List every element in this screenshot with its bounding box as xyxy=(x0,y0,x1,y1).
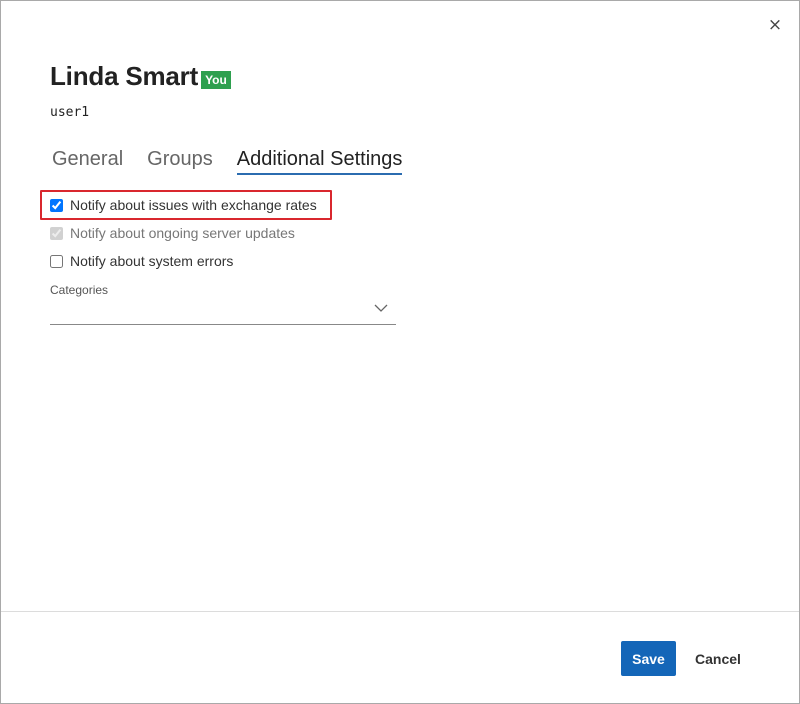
option-label: Notify about ongoing server updates xyxy=(70,225,295,241)
title-row: Linda Smart You xyxy=(50,61,231,92)
chevron-down-icon xyxy=(374,304,388,312)
exchange-rates-checkbox[interactable] xyxy=(50,198,63,212)
option-system-errors[interactable]: Notify about system errors xyxy=(50,253,233,269)
option-exchange-rates[interactable]: Notify about issues with exchange rates xyxy=(50,197,317,213)
save-button[interactable]: Save xyxy=(621,641,676,676)
tab-bar: General Groups Additional Settings xyxy=(52,148,426,175)
footer-divider xyxy=(1,611,799,612)
close-icon[interactable]: × xyxy=(767,17,783,34)
system-errors-checkbox[interactable] xyxy=(50,254,63,268)
tab-additional-settings[interactable]: Additional Settings xyxy=(236,148,403,175)
page-title: Linda Smart xyxy=(50,61,199,91)
cancel-button[interactable]: Cancel xyxy=(689,641,747,676)
username-text: user1 xyxy=(50,105,90,120)
option-label: Notify about issues with exchange rates xyxy=(70,197,317,213)
tab-general[interactable]: General xyxy=(52,148,123,175)
tab-groups[interactable]: Groups xyxy=(147,148,213,175)
categories-select[interactable] xyxy=(50,301,396,325)
you-badge: You xyxy=(201,70,231,89)
server-updates-checkbox xyxy=(50,226,63,240)
option-server-updates: Notify about ongoing server updates xyxy=(50,225,295,241)
option-label: Notify about system errors xyxy=(70,253,234,269)
user-dialog: × Linda Smart You user1 General Groups A… xyxy=(0,0,800,704)
categories-label: Categories xyxy=(50,283,109,297)
